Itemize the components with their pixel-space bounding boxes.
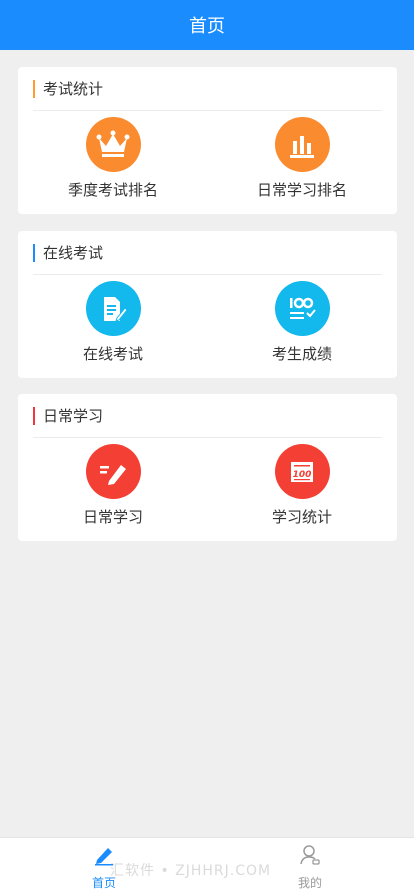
section-online-exam: 在线考试 在线考试 考生成绩 xyxy=(18,231,397,378)
tile-label: 日常学习排名 xyxy=(256,181,347,199)
tab-mine[interactable]: 我的 xyxy=(270,844,350,894)
score-100-icon: 100 xyxy=(274,444,330,499)
edit-icon xyxy=(93,844,115,870)
section-accent-bar xyxy=(33,243,35,262)
study-statistics-button[interactable]: 100 学习统计 xyxy=(222,444,382,534)
tile-label: 学习统计 xyxy=(271,508,332,526)
section-accent-bar xyxy=(33,79,35,98)
tile-label: 季度考试排名 xyxy=(67,181,158,199)
online-exam-button[interactable]: 在线考试 xyxy=(33,281,193,371)
section-exam-stats: 考试统计 季度考试排名 日常学习排名 xyxy=(18,67,397,214)
tile-label: 日常学习 xyxy=(82,508,143,526)
section-header: 考试统计 xyxy=(33,67,382,111)
tab-home[interactable]: 首页 xyxy=(64,844,144,894)
bottom-tab-bar: 首页 我的 xyxy=(0,837,414,896)
bar-chart-icon xyxy=(274,117,330,172)
page-title: 首页 xyxy=(189,16,225,37)
score-icon xyxy=(274,281,330,336)
section-title: 日常学习 xyxy=(43,407,104,425)
daily-study-ranking-button[interactable]: 日常学习排名 xyxy=(222,117,382,207)
top-bar: 首页 xyxy=(0,0,414,50)
section-daily-study: 日常学习 日常学习 100 学习统计 xyxy=(18,394,397,541)
exam-paper-icon xyxy=(85,281,141,336)
tab-label: 我的 xyxy=(297,876,322,890)
daily-study-button[interactable]: 日常学习 xyxy=(33,444,193,534)
section-title: 在线考试 xyxy=(43,244,104,262)
svg-text:100: 100 xyxy=(293,470,312,480)
tile-label: 考生成绩 xyxy=(271,345,332,363)
section-accent-bar xyxy=(33,406,35,425)
section-header: 在线考试 xyxy=(33,231,382,275)
section-header: 日常学习 xyxy=(33,394,382,438)
user-icon xyxy=(299,844,321,870)
quarterly-exam-ranking-button[interactable]: 季度考试排名 xyxy=(33,117,193,207)
tab-label: 首页 xyxy=(91,876,116,890)
pencil-icon xyxy=(85,444,141,499)
tile-label: 在线考试 xyxy=(82,345,143,363)
exam-scores-button[interactable]: 考生成绩 xyxy=(222,281,382,371)
crown-icon xyxy=(85,117,141,172)
section-title: 考试统计 xyxy=(43,80,104,98)
